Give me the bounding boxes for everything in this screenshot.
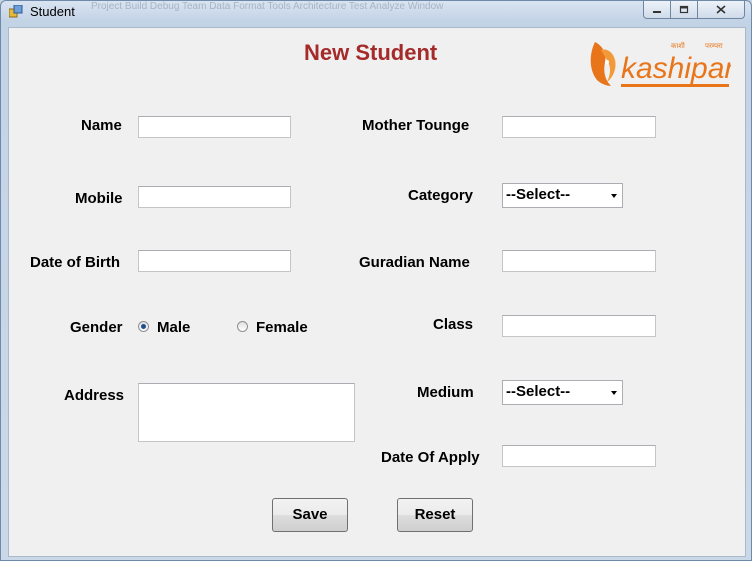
mother-tongue-input[interactable] [502, 116, 656, 138]
minimize-button[interactable] [643, 1, 671, 19]
class-input[interactable] [502, 315, 656, 337]
reset-button[interactable]: Reset [397, 498, 473, 532]
male-radio-label[interactable]: Male [157, 319, 190, 336]
student-window: Student Project Build Debug Team Data Fo… [0, 0, 752, 561]
title-bar[interactable]: Student Project Build Debug Team Data Fo… [1, 1, 751, 23]
date-of-apply-input[interactable] [502, 445, 656, 467]
female-radio-label[interactable]: Female [256, 319, 308, 336]
minimize-icon [653, 10, 661, 13]
dob-input[interactable] [138, 250, 291, 272]
address-textarea[interactable] [138, 383, 355, 442]
chevron-down-icon [611, 194, 617, 198]
name-label: Name [81, 117, 122, 134]
date-of-apply-label: Date Of Apply [381, 449, 480, 466]
window-title: Student [30, 4, 75, 19]
chevron-down-icon [611, 391, 617, 395]
app-icon [9, 5, 23, 18]
close-icon [716, 5, 726, 14]
mother-tongue-label: Mother Tounge [362, 117, 470, 134]
kashipara-logo: kashipara काशी परम्परा [590, 41, 731, 87]
logo-text: kashipara [621, 52, 731, 85]
male-radio[interactable] [138, 321, 149, 332]
restore-icon [679, 5, 689, 14]
close-button[interactable] [697, 1, 745, 19]
address-label: Address [64, 387, 125, 404]
mobile-input[interactable] [138, 186, 291, 208]
medium-select[interactable]: --Select-- [502, 380, 623, 405]
class-label: Class [433, 316, 474, 333]
page-title: New Student [304, 40, 438, 65]
save-button[interactable]: Save [272, 498, 348, 532]
category-label: Category [408, 187, 474, 204]
name-input[interactable] [138, 116, 291, 138]
medium-select-value: --Select-- [506, 383, 571, 400]
background-menu-ghost: Project Build Debug Team Data Format Too… [91, 1, 444, 12]
female-radio[interactable] [237, 321, 248, 332]
logo-small-left: काशी [671, 41, 685, 50]
guardian-name-input[interactable] [502, 250, 656, 272]
guardian-name-label: Guradian Name [359, 254, 470, 271]
dob-label: Date of Birth [30, 254, 120, 271]
gender-label: Gender [70, 319, 123, 336]
maximize-button[interactable] [670, 1, 698, 19]
form-client-area: New Student kashipara काशी परम्परा Name … [8, 27, 746, 557]
radio-selected-dot [141, 324, 146, 329]
mobile-label: Mobile [75, 190, 123, 207]
logo-small-right: परम्परा [705, 42, 723, 50]
category-select-value: --Select-- [506, 186, 571, 203]
medium-label: Medium [417, 384, 474, 401]
category-select[interactable]: --Select-- [502, 183, 623, 208]
